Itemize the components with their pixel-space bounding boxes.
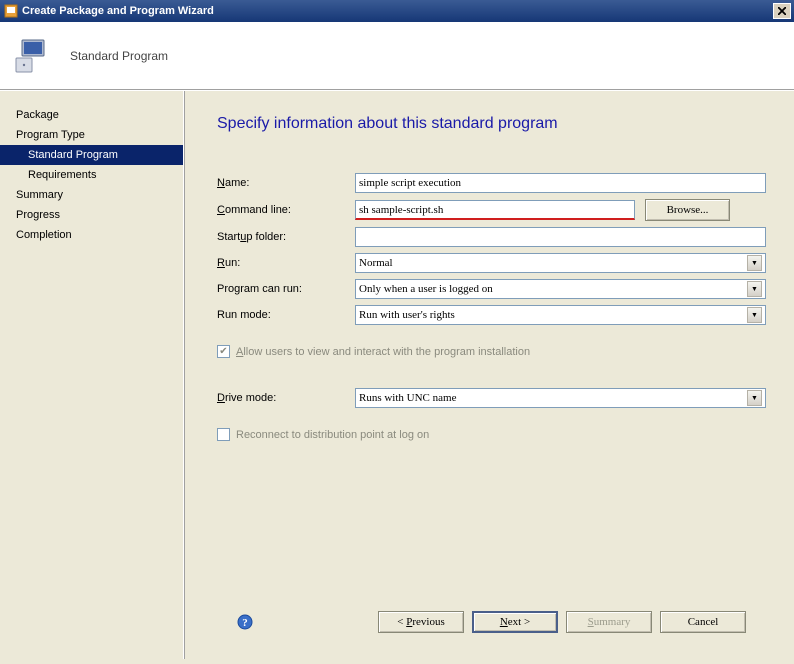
reconnect-label: Reconnect to distribution point at log o…: [236, 429, 429, 441]
row-run-mode: Run mode: Run with user's rights ▼: [217, 305, 766, 325]
computer-icon: [12, 36, 60, 76]
sidebar-item-standard-program[interactable]: Standard Program: [0, 145, 183, 165]
run-mode-select[interactable]: Run with user's rights ▼: [355, 305, 766, 325]
sidebar-item-requirements[interactable]: Requirements: [0, 165, 183, 185]
page-title: Standard Program: [70, 49, 168, 63]
sidebar-item-program-type[interactable]: Program Type: [0, 125, 183, 145]
previous-label: < Previous: [397, 616, 444, 628]
wizard-header: Standard Program: [0, 22, 794, 90]
browse-button[interactable]: Browse...: [645, 199, 730, 221]
previous-button[interactable]: < Previous: [378, 611, 464, 633]
summary-button: Summary: [566, 611, 652, 633]
close-icon: [778, 7, 786, 15]
chevron-down-icon: ▼: [747, 255, 762, 271]
label-drive-mode: Drive mode:: [217, 392, 355, 404]
reconnect-checkbox: [217, 428, 230, 441]
row-program-can-run: Program can run: Only when a user is log…: [217, 279, 766, 299]
svg-text:?: ?: [242, 617, 248, 629]
content-heading: Specify information about this standard …: [217, 115, 766, 133]
program-can-run-select[interactable]: Only when a user is logged on ▼: [355, 279, 766, 299]
label-name: Name:: [217, 177, 355, 189]
row-reconnect: Reconnect to distribution point at log o…: [217, 428, 766, 441]
label-startup-folder: Startup folder:: [217, 231, 355, 243]
label-command-line: Command line:: [217, 204, 355, 216]
cancel-button[interactable]: Cancel: [660, 611, 746, 633]
chevron-down-icon: ▼: [747, 281, 762, 297]
row-drive-mode: Drive mode: Runs with UNC name ▼: [217, 388, 766, 408]
row-startup-folder: Startup folder:: [217, 227, 766, 247]
chevron-down-icon: ▼: [747, 307, 762, 323]
startup-folder-input[interactable]: [355, 227, 766, 247]
allow-interact-label: Allow users to view and interact with th…: [236, 346, 530, 358]
wizard-footer: ? < Previous Next > Summary Cancel: [217, 601, 766, 647]
label-program-can-run: Program can run:: [217, 283, 355, 295]
titlebar: Create Package and Program Wizard: [0, 0, 794, 22]
app-icon: [3, 3, 19, 19]
next-button[interactable]: Next >: [472, 611, 558, 633]
chevron-down-icon: ▼: [747, 390, 762, 406]
row-name: Name:: [217, 173, 766, 193]
wizard-steps-sidebar: Package Program Type Standard Program Re…: [0, 91, 184, 659]
sidebar-item-summary[interactable]: Summary: [0, 185, 183, 205]
sidebar-item-completion[interactable]: Completion: [0, 225, 183, 245]
label-run-mode: Run mode:: [217, 309, 355, 321]
help-icon[interactable]: ?: [237, 614, 253, 630]
row-run: Run: Normal ▼: [217, 253, 766, 273]
next-label: Next >: [500, 616, 530, 628]
sidebar-item-progress[interactable]: Progress: [0, 205, 183, 225]
allow-interact-checkbox: ✔: [217, 345, 230, 358]
drive-mode-select[interactable]: Runs with UNC name ▼: [355, 388, 766, 408]
wizard-body: Package Program Type Standard Program Re…: [0, 91, 794, 659]
row-allow-interact: ✔ Allow users to view and interact with …: [217, 345, 766, 358]
close-button[interactable]: [773, 3, 791, 19]
wizard-content: Specify information about this standard …: [184, 91, 794, 659]
command-line-input[interactable]: [355, 200, 635, 220]
label-run: Run:: [217, 257, 355, 269]
summary-label: Summary: [588, 616, 631, 628]
sidebar-item-package[interactable]: Package: [0, 105, 183, 125]
name-input[interactable]: [355, 173, 766, 193]
run-select[interactable]: Normal ▼: [355, 253, 766, 273]
row-command-line: Command line: Browse...: [217, 199, 766, 221]
window-title: Create Package and Program Wizard: [22, 5, 773, 17]
